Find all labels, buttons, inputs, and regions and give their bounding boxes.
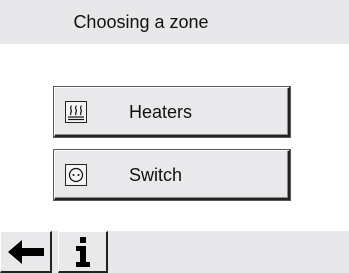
switch-button[interactable]: Switch (54, 150, 290, 200)
arrow-left-icon (7, 239, 44, 264)
heaters-label: Heaters (129, 102, 193, 122)
back-button[interactable] (0, 231, 52, 273)
info-button[interactable] (58, 231, 108, 273)
socket-icon (65, 164, 87, 186)
heater-icon (65, 101, 87, 123)
info-icon (75, 236, 90, 267)
footer-bar (0, 231, 349, 273)
switch-label: Switch (129, 165, 183, 185)
header-bar: Choosing a zone (0, 0, 349, 44)
heaters-button[interactable]: Heaters (54, 87, 290, 137)
page-title: Choosing a zone (73, 12, 209, 32)
